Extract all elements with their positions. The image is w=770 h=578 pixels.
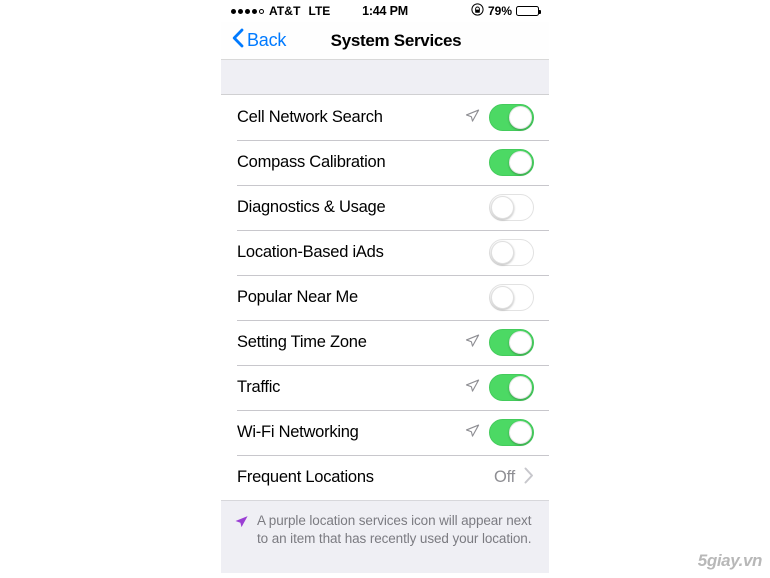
signal-strength-icon bbox=[231, 8, 264, 14]
back-button[interactable]: Back bbox=[232, 28, 286, 53]
list-item-label: Diagnostics & Usage bbox=[237, 198, 386, 216]
location-arrow-icon bbox=[234, 514, 249, 534]
list-item-label: Frequent Locations bbox=[237, 468, 374, 486]
section-gap-band bbox=[221, 60, 549, 95]
list-item[interactable]: Diagnostics & Usage bbox=[221, 185, 549, 230]
carrier-label: AT&T bbox=[269, 4, 301, 18]
chevron-right-icon bbox=[524, 467, 534, 489]
list-item-accessory: Off bbox=[494, 467, 534, 489]
list-item-label: Compass Calibration bbox=[237, 153, 386, 171]
toggle-knob bbox=[509, 151, 532, 174]
list-item-accessory bbox=[489, 239, 534, 266]
status-bar-right: 79% bbox=[408, 3, 541, 19]
list-item[interactable]: Traffic bbox=[221, 365, 549, 410]
list-item[interactable]: Compass Calibration bbox=[221, 140, 549, 185]
toggle-knob bbox=[491, 241, 514, 264]
list-item-accessory bbox=[489, 284, 534, 311]
footer-note: A purple location services icon will app… bbox=[221, 500, 549, 573]
phone-screen: AT&T LTE 1:44 PM 79% Back System Service… bbox=[221, 0, 549, 578]
battery-icon bbox=[516, 6, 541, 16]
chevron-left-icon bbox=[232, 28, 244, 53]
list-item[interactable]: Wi-Fi Networking bbox=[221, 410, 549, 455]
toggle-knob bbox=[509, 106, 532, 129]
footer-note-text: A purple location services icon will app… bbox=[257, 513, 532, 546]
status-bar: AT&T LTE 1:44 PM 79% bbox=[221, 0, 549, 22]
toggle-switch[interactable] bbox=[489, 374, 534, 401]
list-item[interactable]: Location-Based iAds bbox=[221, 230, 549, 275]
clock-label: 1:44 PM bbox=[362, 4, 408, 18]
list-item-accessory bbox=[489, 194, 534, 221]
list-item-label: Traffic bbox=[237, 378, 281, 396]
navigation-bar: Back System Services bbox=[221, 22, 549, 60]
list-item[interactable]: Setting Time Zone bbox=[221, 320, 549, 365]
list-item-value: Off bbox=[494, 468, 515, 486]
list-item-label: Popular Near Me bbox=[237, 288, 358, 306]
list-item[interactable]: Popular Near Me bbox=[221, 275, 549, 320]
list-item-label: Cell Network Search bbox=[237, 108, 383, 126]
location-arrow-icon bbox=[465, 108, 480, 128]
battery-percentage-label: 79% bbox=[487, 4, 512, 18]
toggle-switch[interactable] bbox=[489, 149, 534, 176]
list-item-accessory bbox=[465, 104, 534, 131]
toggle-switch[interactable] bbox=[489, 104, 534, 131]
list-item-accessory bbox=[489, 149, 534, 176]
list-item-label: Wi-Fi Networking bbox=[237, 423, 359, 441]
toggle-knob bbox=[491, 196, 514, 219]
toggle-switch[interactable] bbox=[489, 419, 534, 446]
watermark: 5giay.vn bbox=[697, 551, 763, 570]
toggle-knob bbox=[509, 421, 532, 444]
toggle-knob bbox=[509, 331, 532, 354]
network-type-label: LTE bbox=[308, 4, 331, 18]
list-item-label: Location-Based iAds bbox=[237, 243, 384, 261]
toggle-switch[interactable] bbox=[489, 284, 534, 311]
toggle-knob bbox=[509, 376, 532, 399]
list-item-accessory bbox=[465, 374, 534, 401]
list-item[interactable]: Frequent Locations Off bbox=[221, 455, 549, 500]
toggle-switch[interactable] bbox=[489, 194, 534, 221]
location-arrow-icon bbox=[465, 333, 480, 353]
list-item-accessory bbox=[465, 329, 534, 356]
status-bar-left: AT&T LTE bbox=[231, 4, 362, 18]
system-services-list: Cell Network Search Compass Calibration Di… bbox=[221, 95, 549, 500]
location-arrow-icon bbox=[465, 378, 480, 398]
list-item-label: Setting Time Zone bbox=[237, 333, 367, 351]
back-button-label: Back bbox=[247, 30, 287, 50]
toggle-switch[interactable] bbox=[489, 329, 534, 356]
toggle-knob bbox=[491, 286, 514, 309]
location-arrow-icon bbox=[465, 423, 480, 443]
list-item[interactable]: Cell Network Search bbox=[221, 95, 549, 140]
list-item-accessory bbox=[465, 419, 534, 446]
toggle-switch[interactable] bbox=[489, 239, 534, 266]
rotation-lock-icon bbox=[471, 3, 484, 19]
